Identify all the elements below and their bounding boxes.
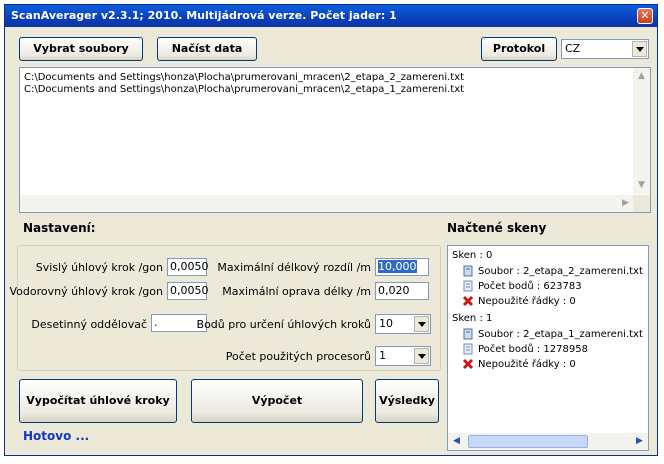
scan-header[interactable]: Sken : 0: [452, 250, 492, 261]
vertical-step-input[interactable]: 0,0050: [167, 258, 209, 276]
red-x-icon: [462, 358, 474, 370]
scan-unused-label: Nepoužité řádky : 0: [478, 359, 576, 370]
language-value: CZ: [565, 42, 581, 55]
tree-item-file[interactable]: Soubor : 2_etapa_1_zamereni.txt: [462, 328, 643, 340]
scan-points-label: Počet bodů : 623783: [478, 281, 582, 292]
horizontal-step-label: Vodorovný úhlový krok /gon: [9, 285, 164, 298]
scans-tree[interactable]: Sken : 0 Soubor : 2_etapa_2_zamereni.txt…: [447, 245, 649, 451]
scroll-down-icon[interactable]: ▼: [633, 177, 650, 194]
tree-item-points[interactable]: Počet bodů : 1278958: [462, 343, 588, 355]
file-list-item[interactable]: C:\Documents and Settings\honza\Plocha\p…: [20, 72, 650, 84]
scans-title: Načtené skeny: [447, 221, 547, 235]
window-title: ScanAverager v2.3.1; 2010. Multijádrová …: [11, 9, 397, 22]
scan-unused-label: Nepoužité řádky : 0: [478, 296, 576, 307]
scan-header[interactable]: Sken : 1: [452, 313, 492, 324]
document-icon: [463, 280, 473, 292]
scrollbar-thumb[interactable]: [468, 435, 588, 448]
max-length-corr-label: Maximální oprava délky /m: [222, 285, 371, 298]
compute-steps-button[interactable]: Vypočítat úhlové kroky: [19, 379, 177, 423]
title-bar: ScanAverager v2.3.1; 2010. Multijádrová …: [5, 5, 657, 27]
processors-value: 1: [379, 349, 386, 362]
main-window: ScanAverager v2.3.1; 2010. Multijádrová …: [4, 4, 658, 456]
file-list-item[interactable]: C:\Documents and Settings\honza\Plocha\p…: [20, 84, 650, 96]
scroll-corner: [633, 195, 650, 212]
file-icon: [463, 328, 473, 340]
tree-item-unused[interactable]: Nepoužité řádky : 0: [462, 358, 576, 370]
chevron-down-icon[interactable]: [414, 316, 429, 332]
chevron-down-icon[interactable]: [414, 348, 429, 364]
max-length-diff-value: 10,000: [378, 260, 417, 273]
compute-button[interactable]: Výpočet: [191, 379, 363, 423]
scan-points-label: Počet bodů : 1278958: [478, 344, 588, 355]
scan-file-label: Soubor : 2_etapa_2_zamereni.txt: [478, 266, 643, 277]
select-files-button[interactable]: Vybrat soubory: [19, 37, 143, 61]
file-list[interactable]: C:\Documents and Settings\honza\Plocha\p…: [19, 67, 651, 213]
close-icon[interactable]: ✕: [637, 8, 653, 24]
file-icon: [463, 265, 473, 277]
points-for-steps-select[interactable]: 10: [375, 314, 431, 334]
red-x-icon: [462, 295, 474, 307]
vertical-scrollbar[interactable]: ▲ ▼: [633, 68, 650, 194]
load-data-button[interactable]: Načíst data: [157, 37, 257, 61]
horizontal-step-input[interactable]: 0,0050: [167, 282, 209, 300]
scan-file-label: Soubor : 2_etapa_1_zamereni.txt: [478, 329, 643, 340]
max-length-corr-input[interactable]: 0,020: [375, 282, 429, 300]
language-select[interactable]: CZ: [561, 39, 649, 59]
status-text: Hotovo ...: [23, 429, 90, 443]
processors-label: Počet použitých procesorů: [225, 350, 371, 363]
points-for-steps-label: Bodů pro určení úhlových kroků: [196, 318, 371, 331]
max-length-diff-input[interactable]: 10,000: [375, 258, 429, 276]
scroll-right-icon[interactable]: ▶: [617, 195, 634, 212]
results-button[interactable]: Výsledky: [375, 379, 439, 423]
points-for-steps-value: 10: [379, 317, 393, 330]
tree-item-file[interactable]: Soubor : 2_etapa_2_zamereni.txt: [462, 265, 643, 277]
scroll-up-icon[interactable]: ▲: [633, 68, 650, 85]
scroll-left-icon[interactable]: ◀: [448, 433, 465, 450]
max-length-diff-label: Maximální délkový rozdíl /m: [217, 261, 371, 274]
processors-select[interactable]: 1: [375, 346, 431, 366]
vertical-step-label: Svislý úhlový krok /gon: [35, 261, 163, 274]
chevron-down-icon[interactable]: [632, 41, 647, 57]
settings-title: Nastavení:: [23, 221, 96, 235]
protocol-button[interactable]: Protokol: [481, 37, 557, 61]
document-icon: [463, 343, 473, 355]
tree-item-points[interactable]: Počet bodů : 623783: [462, 280, 582, 292]
tree-item-unused[interactable]: Nepoužité řádky : 0: [462, 295, 576, 307]
scans-horizontal-scrollbar[interactable]: ◀ ▶: [448, 433, 648, 450]
scroll-right-icon[interactable]: ▶: [631, 433, 648, 450]
horizontal-scrollbar[interactable]: ▶: [20, 195, 634, 212]
decimal-separator-label: Desetinný oddělovač: [31, 318, 147, 331]
